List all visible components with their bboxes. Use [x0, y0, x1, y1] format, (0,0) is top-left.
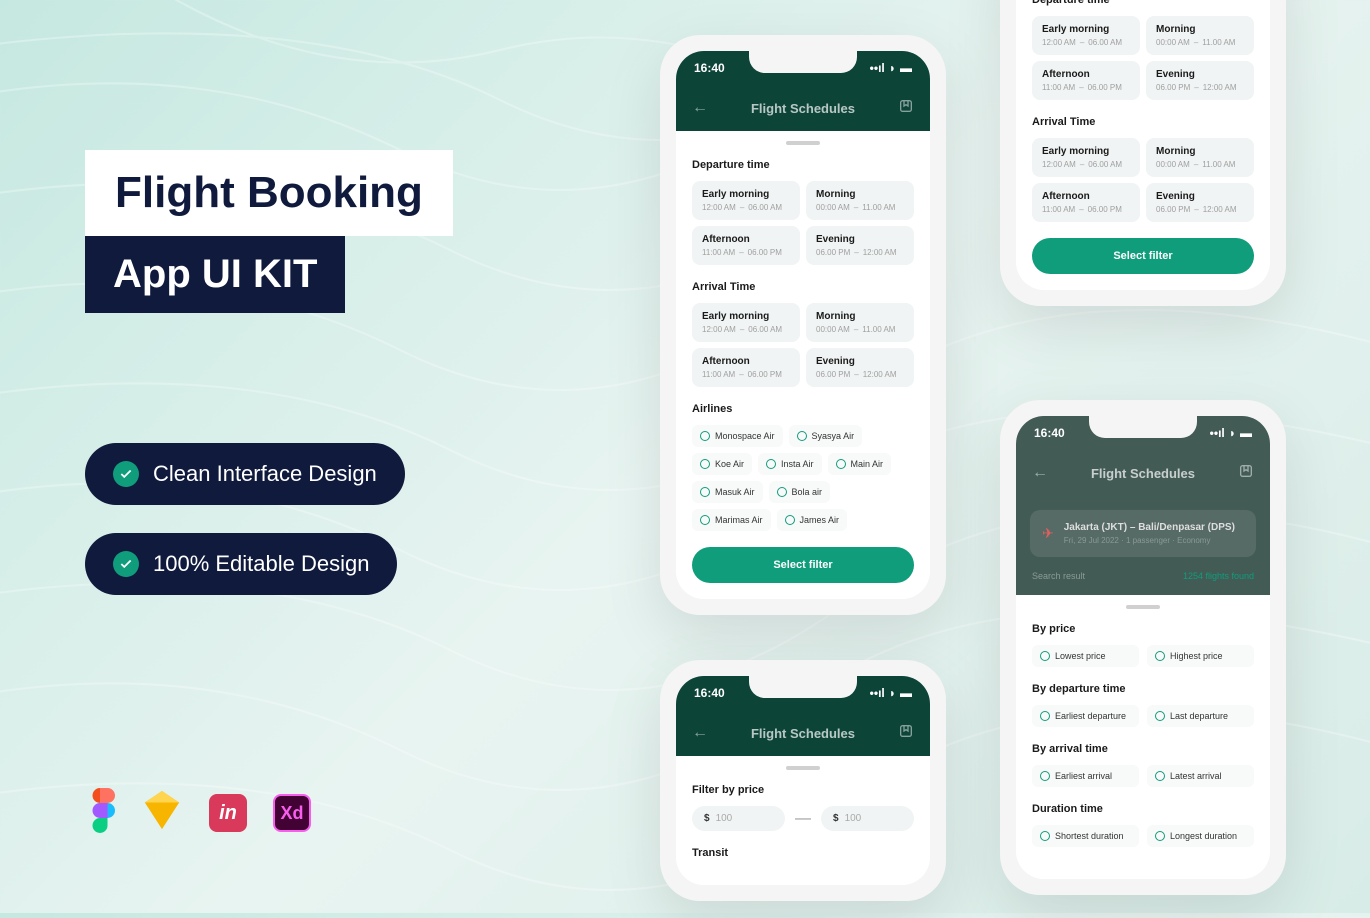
- time-card-evening[interactable]: Evening06.00 PM–12:00 AM: [1146, 183, 1254, 222]
- time-card-early-morning[interactable]: Early morning12:00 AM–06.00 AM: [692, 181, 800, 220]
- time-card-early-morning[interactable]: Early morning12:00 AM–06.00 AM: [1032, 16, 1140, 55]
- sort-option[interactable]: Lowest price: [1032, 645, 1139, 667]
- phone-mockup-3: Direct flight 1x stop 2x stops Departure…: [1000, 0, 1286, 306]
- sort-option[interactable]: Earliest departure: [1032, 705, 1139, 727]
- promo-title-line1: Flight Booking: [85, 150, 453, 236]
- time-card-morning[interactable]: Morning00:00 AM–11.00 AM: [1146, 138, 1254, 177]
- airline-option[interactable]: Syasya Air: [789, 425, 863, 447]
- select-filter-button[interactable]: Select filter: [692, 547, 914, 583]
- transit-label: Transit: [692, 847, 914, 859]
- search-result-label: Search result: [1032, 571, 1085, 581]
- sort-option[interactable]: Longest duration: [1147, 825, 1254, 847]
- filter-price-label: Filter by price: [692, 784, 914, 796]
- time-card-early-morning[interactable]: Early morning12:00 AM–06.00 AM: [1032, 138, 1140, 177]
- sheet-handle[interactable]: [786, 141, 820, 145]
- price-min-input[interactable]: $100: [692, 806, 785, 831]
- time-card-afternoon[interactable]: Afternoon11:00 AM–06.00 PM: [692, 348, 800, 387]
- duration-label: Duration time: [1032, 803, 1254, 815]
- time-card-morning[interactable]: Morning00:00 AM–11.00 AM: [1146, 16, 1254, 55]
- sort-option[interactable]: Highest price: [1147, 645, 1254, 667]
- price-max-input[interactable]: $100: [821, 806, 914, 831]
- airline-option[interactable]: Monospace Air: [692, 425, 783, 447]
- plane-icon: ✈: [1042, 525, 1054, 542]
- nav-bar: ← Flight Schedules: [676, 710, 930, 756]
- flights-found: 1254 flights found: [1183, 571, 1254, 581]
- time-card-afternoon[interactable]: Afternoon11:00 AM–06.00 PM: [692, 226, 800, 265]
- phone-mockup-4: 16:40 ••ıl◗▬ ← Flight Schedules ✈ Jakart…: [1000, 400, 1286, 895]
- sketch-icon: [141, 791, 183, 834]
- time-card-early-morning[interactable]: Early morning12:00 AM–06.00 AM: [692, 303, 800, 342]
- by-price-label: By price: [1032, 623, 1254, 635]
- sort-option[interactable]: Last departure: [1147, 705, 1254, 727]
- check-icon: [113, 551, 139, 577]
- sort-option[interactable]: Latest arrival: [1147, 765, 1254, 787]
- feature-clean-design: Clean Interface Design: [85, 443, 405, 505]
- figma-icon: [85, 788, 115, 838]
- xd-icon: Xd: [273, 794, 311, 832]
- time-card-evening[interactable]: Evening06.00 PM–12:00 AM: [806, 348, 914, 387]
- airline-option[interactable]: Bola air: [769, 481, 831, 503]
- time-card-evening[interactable]: Evening06.00 PM–12:00 AM: [806, 226, 914, 265]
- departure-label: Departure time: [692, 159, 914, 171]
- arrival-label: Arrival Time: [1032, 116, 1254, 128]
- nav-bar: ← Flight Schedules: [676, 85, 930, 131]
- nav-bar: ← Flight Schedules: [1016, 450, 1270, 496]
- airlines-label: Airlines: [692, 403, 914, 415]
- time-card-evening[interactable]: Evening06.00 PM–12:00 AM: [1146, 61, 1254, 100]
- price-range-dash: —: [795, 810, 811, 828]
- bookmark-icon[interactable]: [898, 723, 914, 744]
- check-icon: [113, 461, 139, 487]
- departure-label: Departure time: [1032, 0, 1254, 6]
- by-arrival-label: By arrival time: [1032, 743, 1254, 755]
- airline-option[interactable]: Koe Air: [692, 453, 752, 475]
- route-card: ✈ Jakarta (JKT) – Bali/Denpasar (DPS) Fr…: [1030, 510, 1256, 557]
- feature-editable-design: 100% Editable Design: [85, 533, 397, 595]
- sheet-handle[interactable]: [1126, 605, 1160, 609]
- arrival-label: Arrival Time: [692, 281, 914, 293]
- by-departure-label: By departure time: [1032, 683, 1254, 695]
- airline-option[interactable]: Main Air: [828, 453, 892, 475]
- time-card-afternoon[interactable]: Afternoon11:00 AM–06.00 PM: [1032, 61, 1140, 100]
- phone-mockup-1: 16:40 ••ıl◗▬ ← Flight Schedules Departur…: [660, 35, 946, 615]
- airline-option[interactable]: Insta Air: [758, 453, 822, 475]
- back-icon[interactable]: ←: [692, 724, 708, 742]
- select-filter-button[interactable]: Select filter: [1032, 238, 1254, 274]
- sort-option[interactable]: Shortest duration: [1032, 825, 1139, 847]
- airline-option[interactable]: Masuk Air: [692, 481, 763, 503]
- phone-mockup-2: 16:40 ••ıl◗▬ ← Flight Schedules Filter b…: [660, 660, 946, 901]
- sheet-handle[interactable]: [786, 766, 820, 770]
- tool-icons-row: in Xd: [85, 788, 311, 838]
- invision-icon: in: [209, 794, 247, 832]
- time-card-afternoon[interactable]: Afternoon11:00 AM–06.00 PM: [1032, 183, 1140, 222]
- bookmark-icon[interactable]: [1238, 463, 1254, 484]
- promo-title-line2: App UI KIT: [85, 236, 345, 313]
- back-icon[interactable]: ←: [1032, 464, 1048, 482]
- back-icon[interactable]: ←: [692, 99, 708, 117]
- time-card-morning[interactable]: Morning00:00 AM–11.00 AM: [806, 303, 914, 342]
- time-card-morning[interactable]: Morning00:00 AM–11.00 AM: [806, 181, 914, 220]
- bookmark-icon[interactable]: [898, 98, 914, 119]
- airline-option[interactable]: Marimas Air: [692, 509, 771, 531]
- sort-option[interactable]: Earliest arrival: [1032, 765, 1139, 787]
- airline-option[interactable]: James Air: [777, 509, 848, 531]
